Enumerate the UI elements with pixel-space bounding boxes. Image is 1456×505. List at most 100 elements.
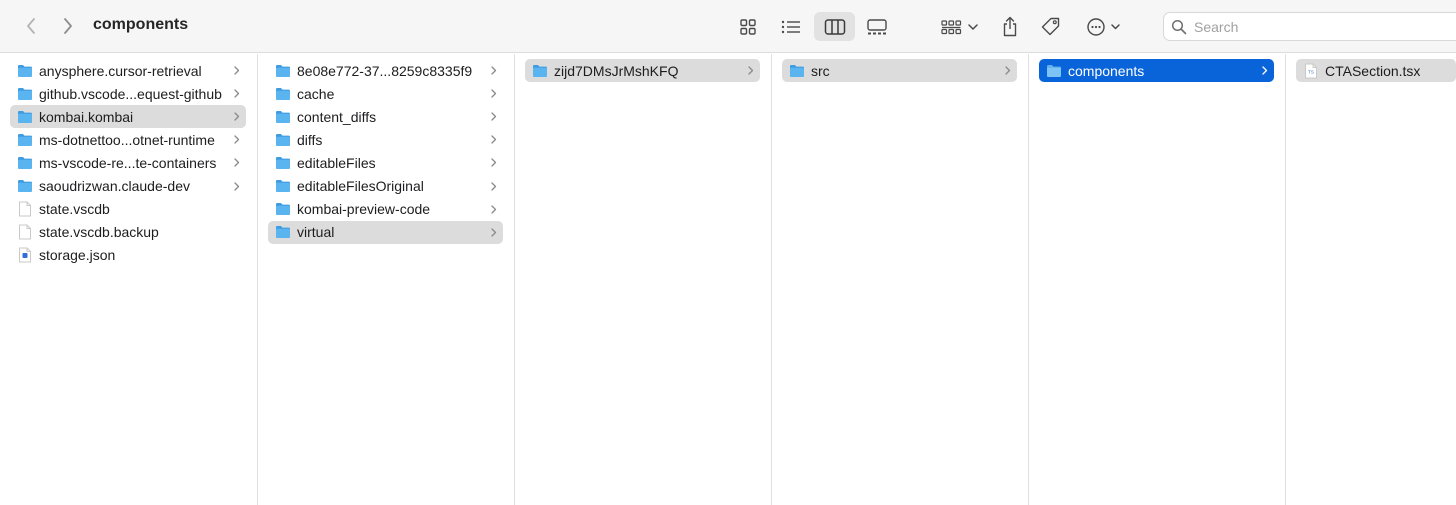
- item-label: virtual: [297, 224, 335, 241]
- folder-icon-wrap: [275, 63, 291, 79]
- chevron-left-icon: [27, 18, 35, 34]
- item-label: content_diffs: [297, 108, 377, 125]
- folder-icon-wrap: [275, 178, 291, 194]
- tags-button[interactable]: [1037, 12, 1065, 41]
- folder-row[interactable]: editableFiles: [268, 151, 503, 174]
- more-actions-button[interactable]: [1082, 12, 1126, 41]
- item-label: CTASection.tsx: [1325, 62, 1421, 79]
- folder-icon-wrap: [275, 155, 291, 171]
- file-row[interactable]: storage.json: [10, 244, 246, 267]
- folder-icon: [1047, 64, 1061, 77]
- browser-column-5: components: [1029, 54, 1286, 505]
- item-label: state.vscdb.backup: [39, 224, 159, 241]
- item-label: cache: [297, 85, 335, 102]
- folder-icon: [276, 64, 290, 77]
- file-row[interactable]: TS CTASection.tsx: [1296, 59, 1456, 82]
- window-title: components: [93, 16, 189, 33]
- folder-icon-wrap: [275, 86, 291, 102]
- chevron-right-icon: [491, 112, 497, 121]
- disclosure-chevron: [233, 87, 241, 100]
- folder-icon-wrap: [17, 155, 33, 171]
- item-label: editableFiles: [297, 154, 376, 171]
- folder-row[interactable]: zijd7DMsJrMshKFQ: [525, 59, 760, 82]
- icons-view-icon: [740, 18, 756, 35]
- group-by-button[interactable]: [936, 12, 984, 41]
- back-button[interactable]: [20, 14, 42, 38]
- item-label: 8e08e772-37...8259c8335f9: [297, 62, 473, 79]
- disclosure-chevron: [1004, 64, 1012, 77]
- item-label: diffs: [297, 131, 323, 148]
- file-row[interactable]: state.vscdb.backup: [10, 221, 246, 244]
- item-label: kombai-preview-code: [297, 201, 431, 218]
- group-by-icon: [941, 19, 978, 34]
- chevron-right-icon: [234, 158, 240, 168]
- search-icon: [1171, 19, 1187, 34]
- search-field[interactable]: [1163, 12, 1456, 41]
- folder-icon: [276, 156, 290, 169]
- folder-icon: [276, 226, 290, 239]
- folder-row[interactable]: src: [782, 59, 1017, 82]
- folder-row[interactable]: saoudrizwan.claude-dev: [10, 175, 246, 198]
- folder-row[interactable]: virtual: [268, 220, 503, 244]
- disclosure-chevron: [233, 156, 241, 169]
- item-label: ms-dotnettoo...otnet-runtime: [39, 131, 215, 148]
- folder-row[interactable]: editableFilesOriginal: [268, 175, 503, 198]
- toolbar: components: [0, 0, 1456, 53]
- list-view-button[interactable]: [776, 12, 806, 41]
- folder-row[interactable]: kombai.kombai: [10, 105, 246, 129]
- gallery-view-button[interactable]: [860, 12, 894, 41]
- folder-row[interactable]: anysphere.cursor-retrieval: [10, 59, 246, 82]
- column-view-button[interactable]: [814, 12, 855, 41]
- disclosure-chevron: [233, 133, 241, 146]
- disclosure-chevron: [490, 180, 498, 193]
- document-icon: [19, 224, 31, 240]
- chevron-right-icon: [491, 181, 497, 191]
- folder-icon-wrap: [532, 63, 548, 79]
- item-label: components: [1068, 62, 1145, 79]
- folder-row[interactable]: cache: [268, 82, 503, 105]
- list-view-icon: [781, 20, 800, 33]
- folder-row[interactable]: ms-vscode-re...te-containers: [10, 151, 246, 174]
- disclosure-chevron: [490, 64, 498, 77]
- folder-icon: [18, 87, 32, 100]
- folder-row[interactable]: ms-dotnettoo...otnet-runtime: [10, 128, 246, 151]
- chevron-right-icon: [234, 66, 240, 75]
- chevron-right-icon: [491, 135, 497, 144]
- folder-row[interactable]: 8e08e772-37...8259c8335f9: [268, 59, 503, 82]
- item-label: src: [811, 62, 830, 79]
- disclosure-chevron: [233, 64, 241, 77]
- folder-icon-wrap: [275, 109, 291, 125]
- folder-icon: [18, 133, 32, 146]
- chevron-right-icon: [234, 112, 240, 121]
- folder-row[interactable]: diffs: [268, 128, 503, 151]
- folder-row[interactable]: content_diffs: [268, 105, 503, 128]
- chevron-right-icon: [1005, 66, 1011, 75]
- folder-icon-wrap: [275, 224, 291, 240]
- file-icon-wrap: [17, 201, 33, 217]
- file-icon-wrap: TS: [1303, 63, 1319, 79]
- chevron-right-icon: [748, 66, 754, 75]
- file-row[interactable]: state.vscdb: [10, 198, 246, 221]
- disclosure-chevron: [490, 87, 498, 100]
- disclosure-chevron: [490, 226, 498, 239]
- folder-icon-wrap: [17, 132, 33, 148]
- folder-icon: [276, 203, 290, 216]
- svg-text:TS: TS: [1308, 69, 1314, 74]
- share-button[interactable]: [996, 12, 1024, 41]
- file-icon-wrap: [17, 247, 33, 263]
- folder-icon: [276, 180, 290, 192]
- gallery-view-icon: [867, 18, 887, 34]
- folder-icon-wrap: [17, 63, 33, 79]
- item-label: anysphere.cursor-retrieval: [39, 62, 202, 79]
- item-label: storage.json: [39, 247, 116, 264]
- forward-button[interactable]: [57, 14, 79, 38]
- tag-icon: [1041, 17, 1060, 35]
- folder-row[interactable]: components: [1039, 59, 1274, 82]
- item-label: github.vscode...equest-github: [39, 85, 222, 102]
- icon-view-button[interactable]: [733, 12, 763, 41]
- typescript-file-icon: TS: [1305, 63, 1317, 78]
- folder-row[interactable]: github.vscode...equest-github: [10, 82, 246, 105]
- folder-row[interactable]: kombai-preview-code: [268, 198, 503, 221]
- folder-icon-wrap: [275, 201, 291, 217]
- search-input[interactable]: [1194, 18, 1454, 35]
